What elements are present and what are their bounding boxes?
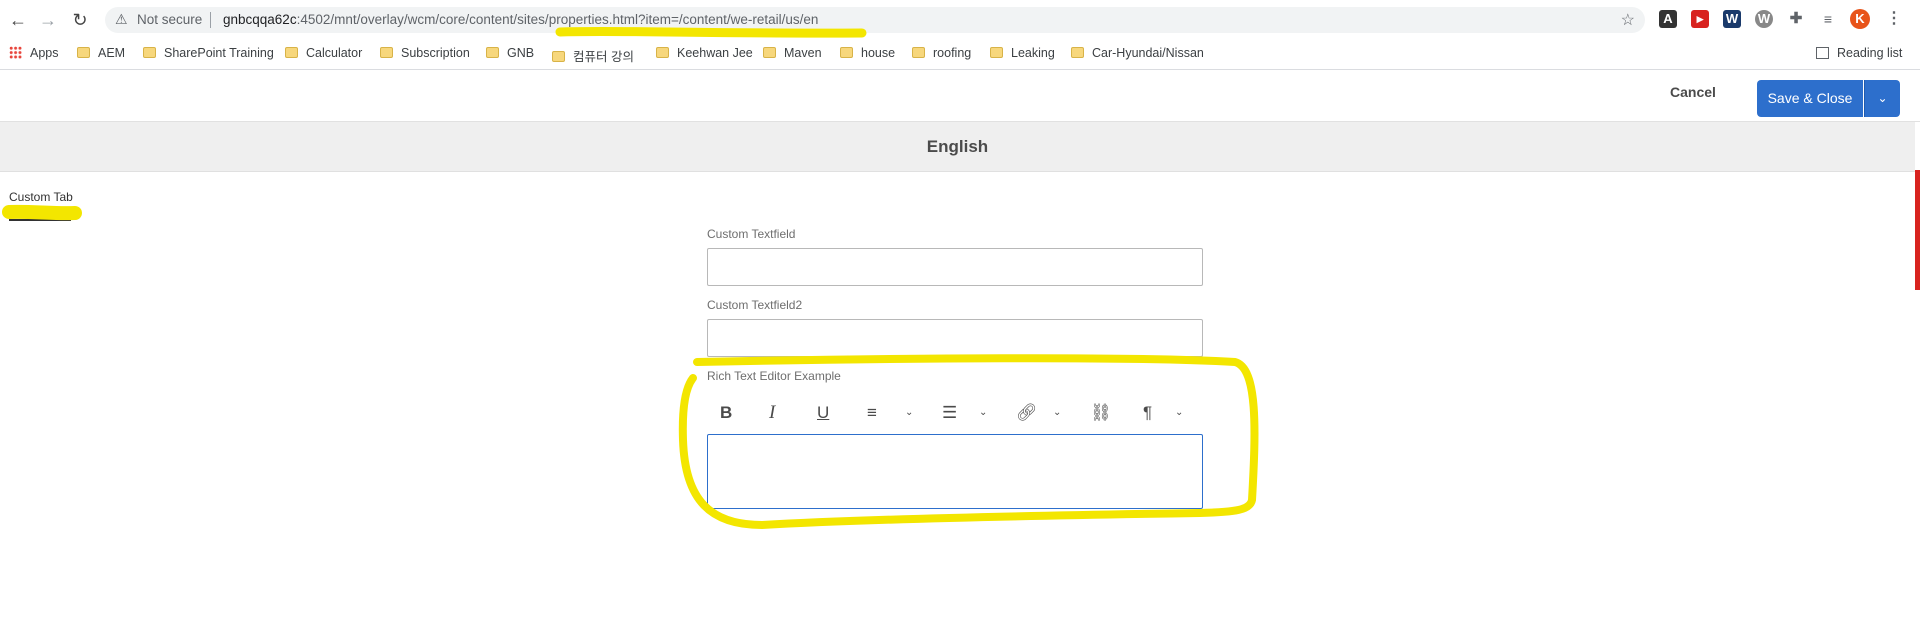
folder-icon [552,51,565,62]
media-queue-icon[interactable]: ≡ [1819,10,1837,28]
bookmark-label: Car-Hyundai/Nissan [1092,46,1204,60]
tab-active-underline [9,219,71,221]
back-icon[interactable]: ← [6,8,30,32]
reload-icon[interactable]: ↻ [68,8,92,32]
dialog-header: Cancel Save & Close ⌄ [0,70,1920,122]
field2-label: Custom Textfield2 [707,298,803,312]
custom-textfield[interactable] [707,248,1203,286]
address-bar[interactable]: ⚠ Not secure gnbcqqa62c:4502/mnt/overlay… [105,7,1645,33]
bookmark-label: Maven [784,46,822,60]
reading-list-label: Reading list [1837,46,1903,60]
bookmark-item[interactable]: house [840,46,895,60]
bookmark-label: Subscription [401,46,470,60]
extension-a-icon[interactable]: A [1659,10,1677,28]
bookmark-label: GNB [507,46,535,60]
tab-highlight-stroke [2,204,82,221]
wordpress-icon[interactable]: W [1755,10,1773,28]
folder-icon [763,47,776,58]
bookmark-label: house [861,46,896,60]
warning-icon: ⚠ [115,11,128,27]
chevron-down-icon[interactable]: ⌄ [1175,400,1183,426]
underline-icon[interactable]: U [817,400,829,426]
forward-icon[interactable]: → [36,8,60,32]
url-path: :4502/mnt/overlay/wcm/core/content/sites… [296,12,819,27]
page-title-bar: English [0,122,1915,172]
save-close-button[interactable]: Save & Close [1757,80,1863,117]
folder-icon [380,47,393,58]
extension-media-icon[interactable]: ▸ [1691,10,1709,28]
reading-list-icon [1816,47,1829,59]
bookmark-item[interactable]: Maven [763,46,822,60]
bookmark-apps[interactable]: Apps [9,46,59,60]
unlink-icon[interactable]: ⛓︎ [1090,400,1112,426]
bookmark-label: roofing [933,46,972,60]
bookmark-item[interactable]: Leaking [990,46,1055,60]
scrollbar-indicator[interactable] [1915,170,1920,290]
bookmark-label: SharePoint Training [164,46,274,60]
field1-label: Custom Textfield [707,227,796,241]
folder-icon [656,47,669,58]
chevron-down-icon: ⌄ [1877,91,1888,105]
tab-custom[interactable]: Custom Tab [9,190,73,204]
page-title: English [926,137,989,156]
folder-icon [285,47,298,58]
bookmark-item[interactable]: Keehwan Jee [656,46,753,60]
folder-icon [77,47,90,58]
extension-w-icon[interactable]: W [1723,10,1741,28]
justify-icon[interactable]: ≡ [867,400,877,426]
bookmark-item[interactable]: SharePoint Training [143,46,274,60]
bookmark-label: Leaking [1011,46,1055,60]
bookmark-item[interactable]: GNB [486,46,534,60]
bookmark-star-icon[interactable]: ☆ [1621,10,1635,30]
bookmark-label: 컴퓨터 강의 [573,50,634,64]
bookmark-item[interactable]: Car-Hyundai/Nissan [1071,46,1204,60]
bookmark-item[interactable]: AEM [77,46,125,60]
bookmark-label: Keehwan Jee [677,46,753,60]
bookmarks-bar: Apps AEM SharePoint Training Calculator … [0,40,1920,70]
folder-icon [486,47,499,58]
cancel-button[interactable]: Cancel [1670,84,1716,100]
rich-text-editor[interactable] [707,434,1203,509]
folder-icon [1071,47,1084,58]
folder-icon [912,47,925,58]
omnibox-divider [210,12,211,28]
profile-avatar[interactable]: K [1850,9,1870,29]
chevron-down-icon[interactable]: ⌄ [979,400,987,426]
extensions-puzzle-icon[interactable]: ✚ [1787,10,1805,28]
security-label: Not secure [137,12,203,27]
paragraph-icon[interactable]: ¶ [1143,400,1152,426]
bookmark-label: Apps [30,46,59,60]
chevron-down-icon[interactable]: ⌄ [905,400,913,426]
url-host: gnbcqqa62c [223,12,297,27]
bookmark-item[interactable]: 컴퓨터 강의 [552,46,634,65]
bookmark-item[interactable]: roofing [912,46,971,60]
reading-list[interactable]: Reading list [1816,46,1902,60]
italic-icon[interactable]: I [769,400,775,426]
bookmark-item[interactable]: Calculator [285,46,362,60]
custom-textfield2[interactable] [707,319,1203,357]
folder-icon [840,47,853,58]
bookmark-item[interactable]: Subscription [380,46,470,60]
save-options-dropdown[interactable]: ⌄ [1864,80,1900,117]
folder-icon [143,47,156,58]
bookmark-label: Calculator [306,46,363,60]
chevron-down-icon[interactable]: ⌄ [1053,400,1061,426]
rte-label: Rich Text Editor Example [707,369,841,383]
url-text: gnbcqqa62c:4502/mnt/overlay/wcm/core/con… [223,12,818,27]
folder-icon [990,47,1003,58]
bookmark-label: AEM [98,46,126,60]
browser-menu-icon[interactable]: ⋮ [1885,10,1903,28]
browser-toolbar: ← → ↻ ⚠ Not secure gnbcqqa62c:4502/mnt/o… [0,0,1920,40]
screen: ← → ↻ ⚠ Not secure gnbcqqa62c:4502/mnt/o… [0,0,1920,630]
bold-icon[interactable]: B [720,400,732,426]
link-icon[interactable]: 🔗︎ [1016,400,1038,426]
list-icon[interactable]: ☰ [942,400,957,426]
apps-grid-icon [9,46,22,59]
